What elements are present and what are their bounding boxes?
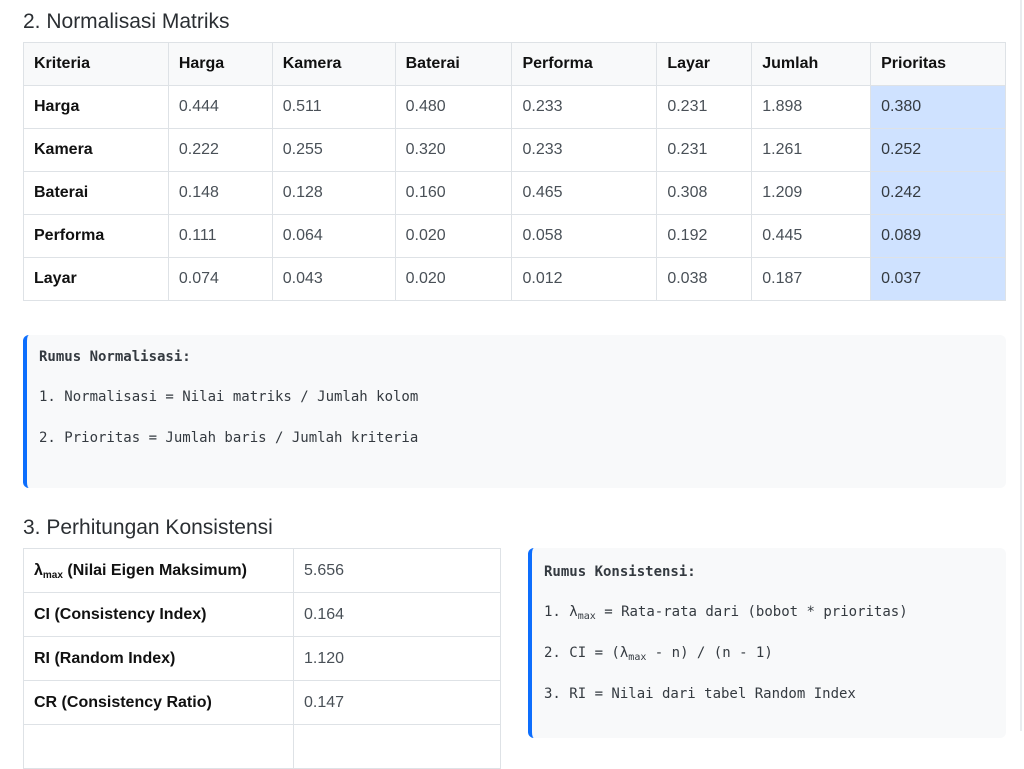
table-cell: 0.187 (751, 257, 872, 301)
table-cell: 0.012 (511, 257, 658, 301)
section-heading-konsistensi: 3. Perhitungan Konsistensi (23, 516, 273, 539)
table-row: Baterai 0.148 0.128 0.160 0.465 0.308 1.… (23, 171, 1006, 215)
table-row: RI (Random Index) 1.120 (23, 636, 501, 681)
column-header: Jumlah (751, 42, 872, 86)
table-cell: 0.465 (511, 171, 658, 215)
row-label: Kamera (23, 128, 169, 172)
formula-line: 2. Prioritas = Jumlah baris / Jumlah kri… (39, 430, 419, 446)
table-cell: 0.444 (167, 85, 273, 129)
table-cell: 5.656 (293, 548, 501, 593)
row-label: λmax (Nilai Eigen Maksimum) (23, 548, 294, 593)
table-cell: 0.164 (293, 592, 501, 637)
table-row: Kamera 0.222 0.255 0.320 0.233 0.231 1.2… (23, 128, 1006, 172)
prioritas-cell: 0.380 (870, 85, 1006, 129)
table-cell: 1.209 (751, 171, 872, 215)
table-row: CI (Consistency Index) 0.164 (23, 592, 501, 637)
section-heading-normalisasi: 2. Normalisasi Matriks (23, 10, 230, 33)
table-row: λmax (Nilai Eigen Maksimum) 5.656 (23, 548, 501, 593)
table-cell: 0.320 (394, 128, 513, 172)
column-header: Baterai (394, 42, 513, 86)
table-cell: 0.148 (167, 171, 273, 215)
formula-title: Rumus Normalisasi: (39, 349, 191, 365)
table-cell: 0.058 (511, 214, 658, 258)
table-cell: 0.233 (511, 128, 658, 172)
table-cell: 0.308 (656, 171, 753, 215)
table-cell: 0.231 (656, 128, 753, 172)
table-cell: 0.233 (511, 85, 658, 129)
table-cell: 0.192 (656, 214, 753, 258)
table-cell (293, 724, 501, 769)
formula-line: 1. λmax = Rata-rata dari (bobot * priori… (544, 604, 908, 622)
formula-title: Rumus Konsistensi: (544, 564, 696, 580)
prioritas-cell: 0.037 (870, 257, 1006, 301)
table-cell: 0.445 (751, 214, 872, 258)
row-label: RI (Random Index) (23, 636, 294, 681)
column-header: Harga (167, 42, 273, 86)
row-label: Baterai (23, 171, 169, 215)
table-row: Harga 0.444 0.511 0.480 0.233 0.231 1.89… (23, 85, 1006, 129)
table-cell: 0.074 (167, 257, 273, 301)
table-cell: 0.160 (394, 171, 513, 215)
table-cell: 0.064 (271, 214, 396, 258)
formula-line: 2. CI = (λmax - n) / (n - 1) (544, 645, 773, 663)
column-header: Performa (511, 42, 658, 86)
formula-box-konsistensi: Rumus Konsistensi: 1. λmax = Rata-rata d… (528, 548, 1006, 738)
table-cell: 1.120 (293, 636, 501, 681)
table-cell: 0.111 (167, 214, 273, 258)
table-cell: 1.898 (751, 85, 872, 129)
formula-line: 1. Normalisasi = Nilai matriks / Jumlah … (39, 389, 419, 405)
formula-box-normalisasi: Rumus Normalisasi: 1. Normalisasi = Nila… (23, 335, 1006, 488)
table-cell: 0.511 (271, 85, 396, 129)
column-header-prioritas: Prioritas (870, 42, 1006, 86)
row-label: Harga (23, 85, 169, 129)
normalisasi-table: Kriteria Harga Kamera Baterai Performa L… (23, 42, 1006, 301)
prioritas-cell: 0.252 (870, 128, 1006, 172)
row-label: CI (Consistency Index) (23, 592, 294, 637)
column-header: Kamera (271, 42, 396, 86)
table-cell: 0.128 (271, 171, 396, 215)
table-cell: 0.231 (656, 85, 753, 129)
table-cell: 0.020 (394, 214, 513, 258)
table-row: Performa 0.111 0.064 0.020 0.058 0.192 0… (23, 214, 1006, 258)
table-cell: 0.043 (271, 257, 396, 301)
table-cell: 0.222 (167, 128, 273, 172)
table-cell: 0.147 (293, 680, 501, 725)
konsistensi-table: λmax (Nilai Eigen Maksimum) 5.656 CI (Co… (23, 548, 501, 769)
row-label: Layar (23, 257, 169, 301)
table-row: Layar 0.074 0.043 0.020 0.012 0.038 0.18… (23, 257, 1006, 301)
table-cell: 0.480 (394, 85, 513, 129)
table-row (23, 724, 501, 769)
table-row: CR (Consistency Ratio) 0.147 (23, 680, 501, 725)
column-header: Layar (656, 42, 753, 86)
column-header: Kriteria (23, 42, 169, 86)
prioritas-cell: 0.089 (870, 214, 1006, 258)
table-cell: 0.038 (656, 257, 753, 301)
prioritas-cell: 0.242 (870, 171, 1006, 215)
table-cell: 0.255 (271, 128, 396, 172)
table-cell: 1.261 (751, 128, 872, 172)
row-label: Performa (23, 214, 169, 258)
row-label (23, 724, 294, 769)
table-cell: 0.020 (394, 257, 513, 301)
row-label: CR (Consistency Ratio) (23, 680, 294, 725)
formula-line: 3. RI = Nilai dari tabel Random Index (544, 686, 856, 702)
table-header-row: Kriteria Harga Kamera Baterai Performa L… (23, 42, 1006, 86)
